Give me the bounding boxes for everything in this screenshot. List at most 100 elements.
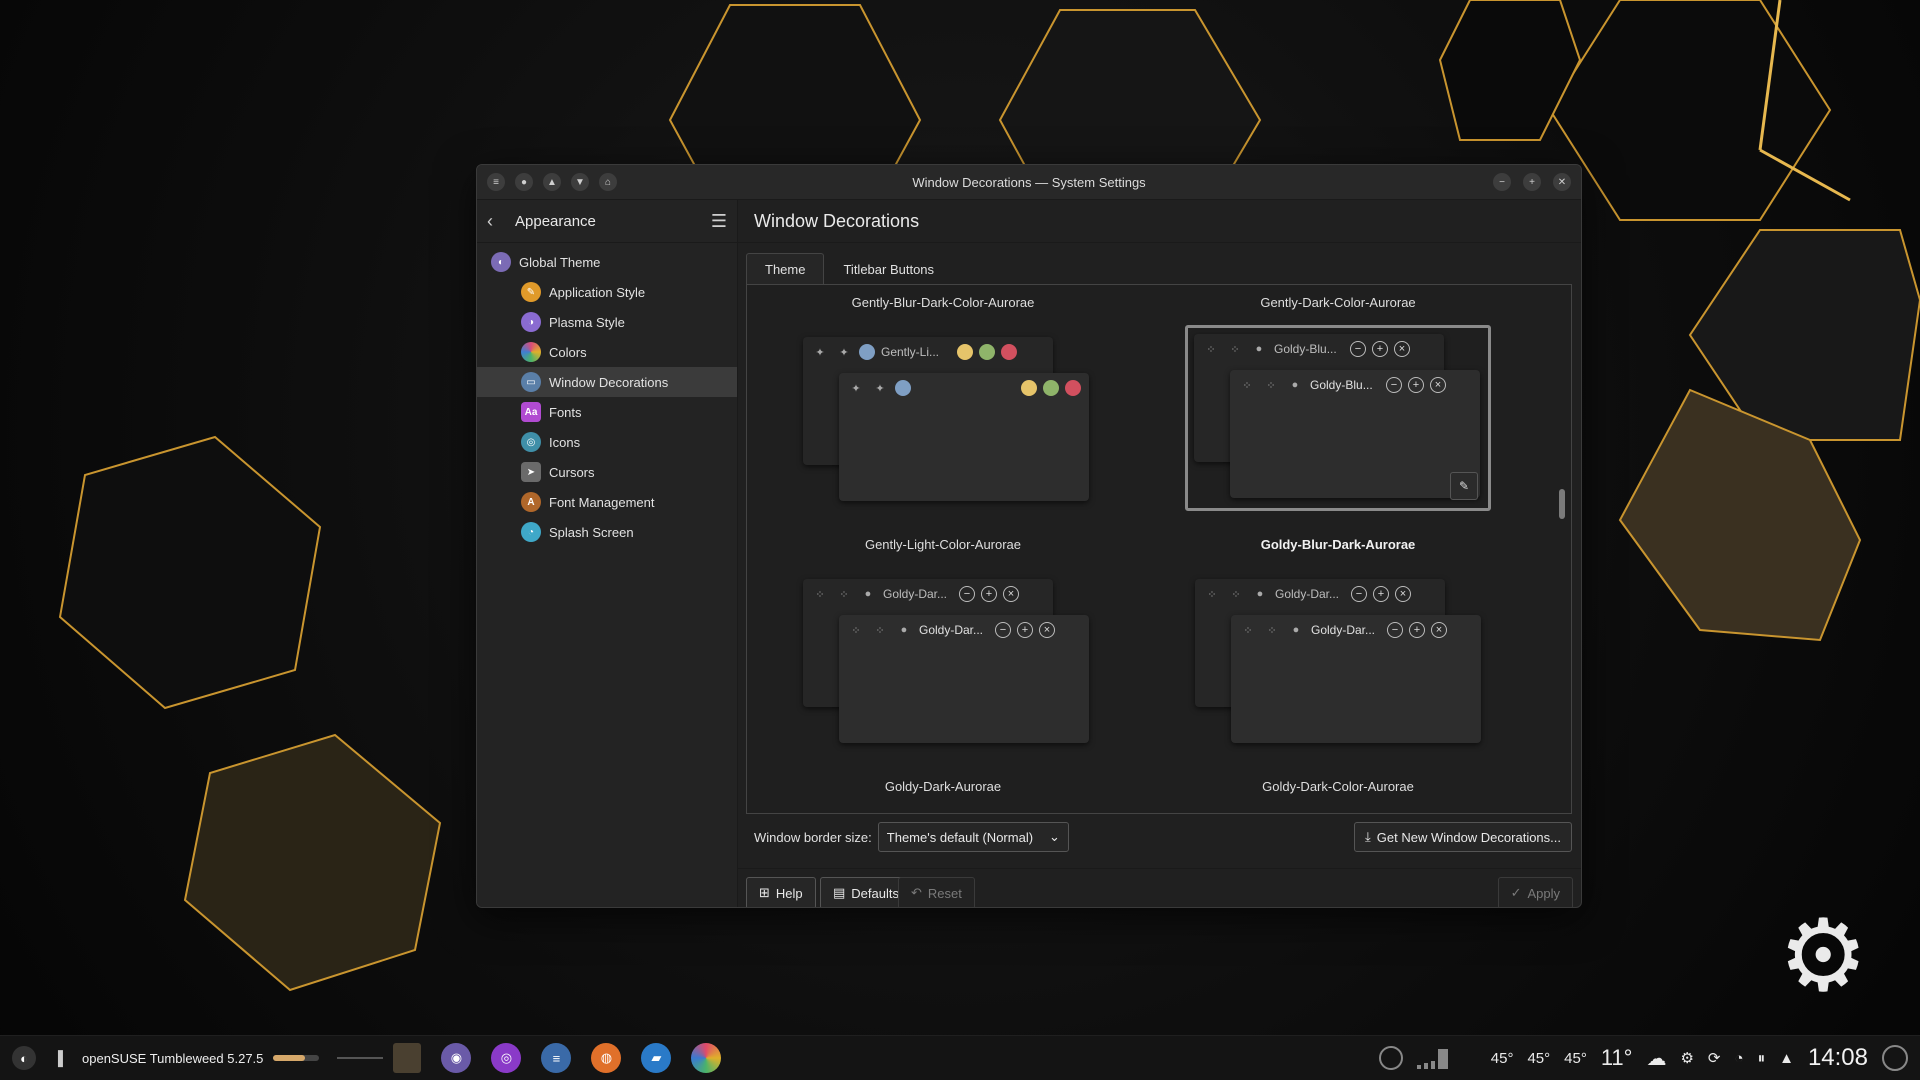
sidebar-item-window-decorations[interactable]: ▭ Window Decorations — [477, 367, 737, 397]
decoration-preview[interactable]: ⁘ ⁘ ● Goldy-Dar... − + × ⁘ ⁘ ● Goldy-Dar… — [797, 573, 1097, 753]
edit-decoration-button[interactable]: ✎ — [1450, 472, 1478, 500]
sidebar-item-icons[interactable]: ◎ Icons — [477, 427, 737, 457]
shade-icon[interactable]: ⌂ — [599, 173, 617, 191]
sparkle-icon: ⁘ — [875, 624, 885, 637]
hamburger-menu-icon[interactable]: ☰ — [711, 211, 727, 232]
decoration-preview[interactable]: ✦ ✦ Gently-Li... ✦ ✦ — [797, 331, 1097, 511]
border-size-row: Window border size: Theme's default (Nor… — [746, 822, 1572, 852]
border-size-label: Window border size: — [754, 829, 872, 845]
tab-titlebar-buttons[interactable]: Titlebar Buttons — [824, 253, 953, 284]
maximize-icon: + — [981, 586, 997, 602]
sidebar-item-colors[interactable]: Colors — [477, 337, 737, 367]
preview-front-window: ⁘ ⁘ ● Goldy-Dar... − + × — [1231, 615, 1481, 743]
decorations-panel: Gently-Blur-Dark-Color-Aurorae Gently-Da… — [746, 284, 1572, 814]
sidebar-item-label: Font Management — [549, 494, 655, 510]
update-icon[interactable]: ⟳ — [1708, 1049, 1721, 1067]
sidebar-item-label: Plasma Style — [549, 314, 625, 330]
sparkle-icon: ⁘ — [815, 588, 825, 601]
fonts-icon: Aa — [521, 402, 541, 422]
yellow-dot-icon — [957, 344, 973, 360]
app-icon-firefox[interactable]: ◍ — [591, 1043, 622, 1073]
close-icon[interactable]: ✕ — [1553, 173, 1571, 191]
pager-icon[interactable]: ▐ — [48, 1050, 68, 1066]
sidebar-item-label: Application Style — [549, 284, 646, 300]
checkmark-icon: ✓ — [1510, 885, 1522, 900]
night-color-icon[interactable]: ◔ — [1735, 1050, 1744, 1067]
scrollbar[interactable] — [1559, 289, 1565, 809]
defaults-icon: ▤ — [833, 885, 846, 900]
sidebar-item-font-management[interactable]: A Font Management — [477, 487, 737, 517]
red-dot-icon — [1001, 344, 1017, 360]
close-icon: × — [1039, 622, 1055, 638]
sidebar-item-plasma-style[interactable]: ◑ Plasma Style — [477, 307, 737, 337]
volume-bar[interactable] — [273, 1055, 320, 1061]
tab-theme[interactable]: Theme — [746, 253, 825, 284]
app-icon-colors[interactable] — [691, 1043, 722, 1073]
sparkle-icon: ✦ — [875, 382, 885, 395]
back-arrow-icon[interactable]: ‹ — [487, 211, 505, 232]
maximize-icon[interactable]: + — [1523, 173, 1541, 191]
settings-sidebar: ‹ Appearance ☰ ◐ Global Theme ✎ Applicat… — [477, 200, 738, 907]
sparkle-icon: ⁘ — [1206, 343, 1216, 356]
blue-dot-icon — [895, 380, 911, 396]
sidebar-item-label: Splash Screen — [549, 524, 634, 540]
window-thumbnail[interactable] — [393, 1043, 422, 1073]
minimize-icon: − — [1387, 622, 1403, 638]
app-icon-dolphin[interactable]: ▰ — [641, 1043, 672, 1073]
gear-icon[interactable]: ⚙ — [1680, 1049, 1693, 1067]
border-size-select[interactable]: Theme's default (Normal) ⌄ — [877, 822, 1069, 852]
sidebar-item-label: Colors — [549, 344, 587, 360]
sidebar-item-label: Global Theme — [519, 254, 601, 270]
sidebar-title: Appearance — [515, 212, 596, 230]
font-management-icon: A — [521, 492, 541, 512]
sidebar-item-global-theme[interactable]: ◐ Global Theme — [477, 247, 737, 277]
sidebar-item-splash-screen[interactable]: ◔ Splash Screen — [477, 517, 737, 547]
pin-icon[interactable]: ● — [515, 173, 533, 191]
keep-above-icon[interactable]: ▲ — [543, 173, 561, 191]
reset-button[interactable]: ↶ Reset — [898, 877, 975, 907]
decoration-label: Goldy-Blur-Dark-Aurorae — [1260, 537, 1416, 552]
clock[interactable]: 14:08 — [1808, 1044, 1868, 1072]
icons-icon: ◎ — [521, 432, 541, 452]
system-monitor-graph[interactable] — [1416, 1047, 1477, 1069]
decoration-label: Gently-Dark-Color-Aurorae — [1260, 295, 1416, 310]
weather-temperature[interactable]: 11° — [1601, 1045, 1633, 1071]
preview-front-window: ✦ ✦ — [839, 373, 1089, 501]
window-titlebar[interactable]: ≡ ● ▲ ▼ ⌂ Window Decorations — System Se… — [477, 165, 1581, 200]
show-desktop-icon[interactable] — [1882, 1045, 1908, 1071]
sidebar-item-fonts[interactable]: Aa Fonts — [477, 397, 737, 427]
decoration-preview[interactable]: ⁘ ⁘ ● Goldy-Dar... − + × ⁘ ⁘ ● Goldy-Dar… — [1189, 573, 1489, 753]
decoration-preview-selected[interactable]: ⁘ ⁘ ● Goldy-Blu... − + × ⁘ ⁘ ● Goldy-Blu… — [1185, 325, 1491, 511]
temperature-3: 45° — [1564, 1049, 1587, 1067]
global-theme-icon: ◐ — [491, 252, 511, 272]
media-pause-icon[interactable]: ⏸ — [1758, 1050, 1766, 1067]
tab-bar: Theme Titlebar Buttons — [746, 253, 953, 284]
tray-expand-icon[interactable]: ▲ — [1779, 1050, 1794, 1067]
sidebar-item-label: Fonts — [549, 404, 582, 420]
apply-button[interactable]: ✓ Apply — [1497, 877, 1573, 907]
minimize-icon[interactable]: − — [1493, 173, 1511, 191]
preview-front-window: ⁘ ⁘ ● Goldy-Dar... − + × — [839, 615, 1089, 743]
keep-below-icon[interactable]: ▼ — [571, 173, 589, 191]
sidebar-item-application-style[interactable]: ✎ Application Style — [477, 277, 737, 307]
sparkle-icon: ⁘ — [1243, 624, 1253, 637]
close-icon: × — [1430, 377, 1446, 393]
app-icon-shop[interactable]: ◎ — [491, 1043, 522, 1073]
window-menu-icon[interactable]: ≡ — [487, 173, 505, 191]
help-button[interactable]: ⊞ Help — [746, 877, 816, 907]
preview-front-window: ⁘ ⁘ ● Goldy-Blu... − + × — [1230, 370, 1480, 498]
app-icon-system[interactable]: ◉ — [441, 1043, 472, 1073]
sidebar-item-cursors[interactable]: ➤ Cursors — [477, 457, 737, 487]
app-icon-settings[interactable]: ≡ — [541, 1043, 572, 1073]
application-launcher-icon[interactable]: ◐ — [0, 1046, 48, 1070]
pin-icon: ● — [1291, 379, 1299, 391]
decoration-label: Gently-Light-Color-Aurorae — [864, 537, 1022, 552]
window-decorations-icon: ▭ — [521, 372, 541, 392]
cpu-monitor-icon[interactable] — [1378, 1046, 1403, 1070]
pencil-icon: ✎ — [1458, 479, 1470, 493]
os-label: openSUSE Tumbleweed 5.27.5 — [82, 1050, 264, 1066]
get-new-decorations-button[interactable]: ⤓ Get New Window Decorations... — [1354, 822, 1572, 852]
scrollbar-thumb[interactable] — [1559, 489, 1565, 519]
reset-label: Reset — [927, 885, 962, 901]
cloud-icon[interactable]: ☁ — [1646, 1046, 1666, 1071]
